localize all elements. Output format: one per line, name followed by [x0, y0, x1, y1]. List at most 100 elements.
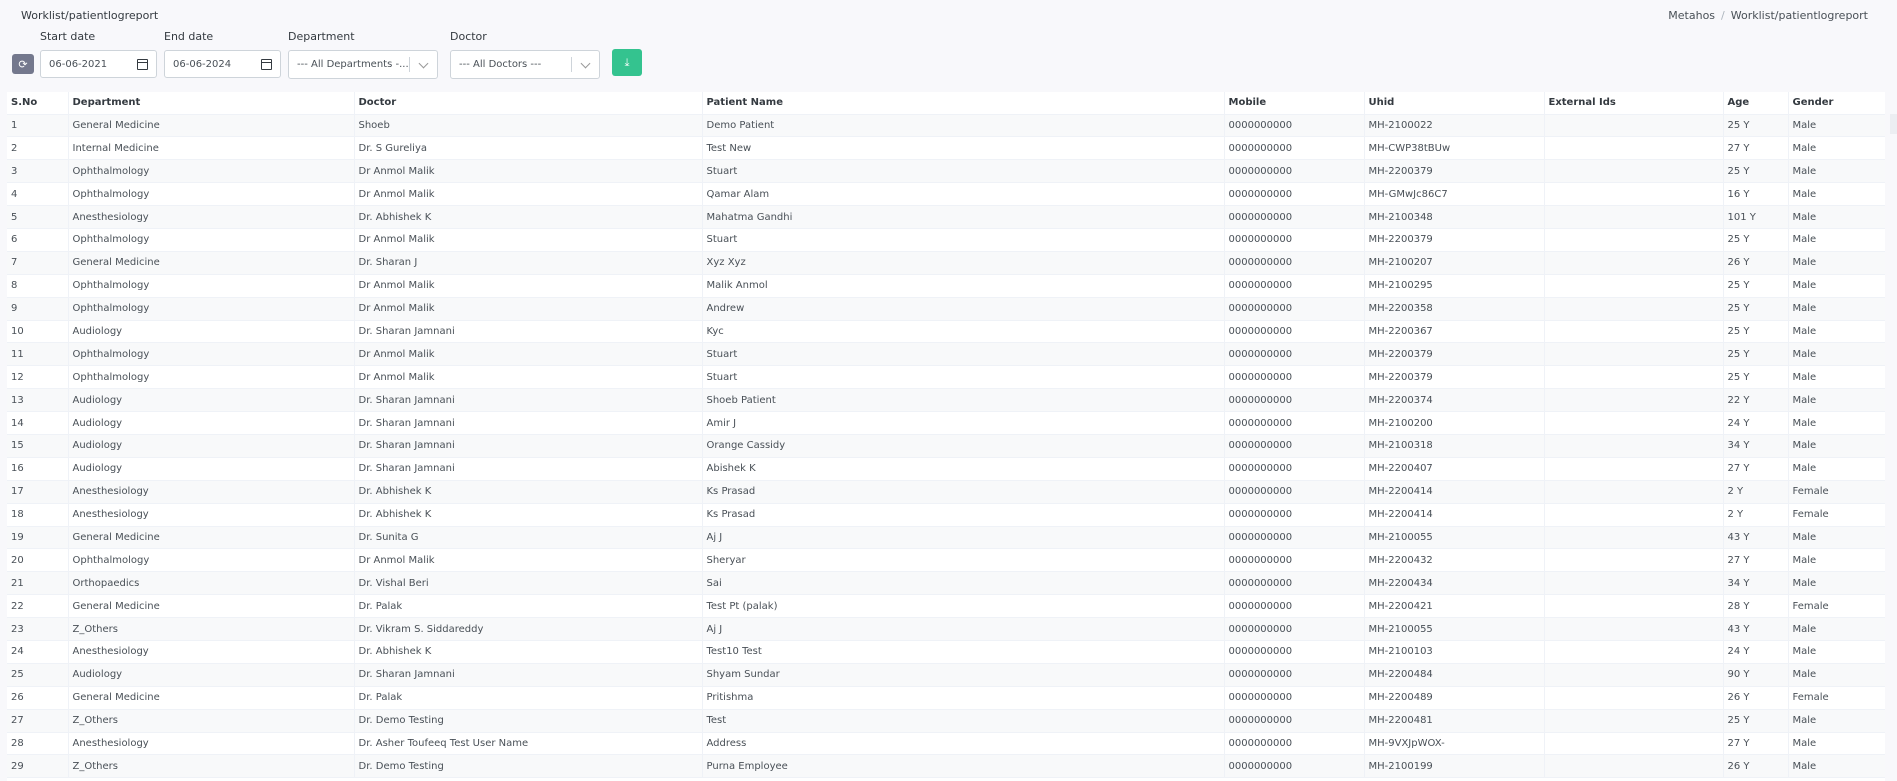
table-row[interactable]: 3 Ophthalmology Dr Anmol Malik Stuart 000000…: [7, 159, 1885, 184]
table-row[interactable]: 16 Audiology Dr. Sharan Jamnani Abishek K 00…: [7, 457, 1885, 481]
table-row[interactable]: 18 Anesthesiology Dr. Abhishek K Ks Prasad 0…: [7, 503, 1885, 527]
cell-mobile: 0000000000: [1224, 503, 1365, 527]
breadcrumb-separator: /: [1721, 9, 1725, 22]
table-row[interactable]: 24 Anesthesiology Dr. Abhishek K Test10 Tes…: [7, 640, 1885, 664]
breadcrumb-item-home[interactable]: Metahos: [1668, 9, 1715, 22]
cell-external-ids: [1544, 480, 1724, 504]
cell-uhid: MH-2200367: [1364, 320, 1545, 344]
cell-gender: Male: [1788, 434, 1885, 458]
column-header-department[interactable]: Department: [68, 92, 355, 115]
cell-mobile: 0000000000: [1224, 571, 1365, 596]
cell-patient-name: Test New: [702, 136, 1225, 161]
cell-sno: 4: [7, 182, 69, 207]
cell-department: Ophthalmology: [68, 297, 355, 321]
doctor-label: Doctor: [450, 30, 487, 43]
table-row[interactable]: 28 Anesthesiology Dr. Asher Toufeeq Test U…: [7, 732, 1885, 756]
cell-patient-name: Shoeb Patient: [702, 388, 1225, 413]
cell-department: Anesthesiology: [68, 205, 355, 229]
table-row[interactable]: 21 Orthopaedics Dr. Vishal Beri Sai 00000000…: [7, 571, 1885, 596]
calendar-icon[interactable]: [261, 58, 272, 70]
table-row[interactable]: 22 General Medicine Dr. Palak Test Pt (pala…: [7, 594, 1885, 619]
cell-department: Ophthalmology: [68, 548, 355, 573]
cell-department: Z_Others: [68, 709, 355, 733]
cell-gender: Male: [1788, 709, 1885, 733]
cell-sno: 13: [7, 388, 69, 413]
table-row[interactable]: 4 Ophthalmology Dr Anmol Malik Qamar Alam 00…: [7, 182, 1885, 207]
column-header-patient-name[interactable]: Patient Name: [702, 92, 1225, 115]
cell-patient-name: Stuart: [702, 342, 1225, 367]
table-row[interactable]: 25 Audiology Dr. Sharan Jamnani Shyam Sunda…: [7, 663, 1885, 687]
cell-mobile: 0000000000: [1224, 732, 1365, 756]
cell-patient-name: Aj J: [702, 617, 1225, 641]
table-row[interactable]: 19 General Medicine Dr. Sunita G Aj J 000000…: [7, 526, 1885, 550]
download-icon: ⤓: [624, 55, 630, 69]
cell-uhid: MH-2200432: [1364, 548, 1545, 573]
cell-age: 27 Y: [1723, 548, 1789, 573]
table-row[interactable]: 23 Z_Others Dr. Vikram S. Siddareddy Aj J 00…: [7, 617, 1885, 641]
cell-age: 24 Y: [1723, 640, 1789, 664]
table-row[interactable]: 11 Ophthalmology Dr Anmol Malik Stuart 00000…: [7, 342, 1885, 367]
cell-patient-name: Purna Employee: [702, 754, 1225, 779]
table-row[interactable]: 13 Audiology Dr. Sharan Jamnani Shoeb Patie…: [7, 388, 1885, 413]
cell-mobile: 0000000000: [1224, 411, 1365, 435]
cell-doctor: Dr. Abhishek K: [354, 480, 703, 504]
table-row[interactable]: 20 Ophthalmology Dr Anmol Malik Sheryar 0000…: [7, 548, 1885, 573]
column-header-age[interactable]: Age: [1723, 92, 1789, 115]
select-divider: [571, 57, 572, 72]
cell-gender: Male: [1788, 732, 1885, 756]
column-header-external-ids[interactable]: External Ids: [1544, 92, 1724, 115]
table-row[interactable]: 12 Ophthalmology Dr Anmol Malik Stuart 00000…: [7, 365, 1885, 390]
column-header-gender[interactable]: Gender: [1788, 92, 1885, 115]
cell-external-ids: [1544, 205, 1724, 229]
cell-uhid: MH-2100200: [1364, 411, 1545, 435]
column-header-uhid[interactable]: Uhid: [1364, 92, 1545, 115]
table-row[interactable]: 27 Z_Others Dr. Demo Testing Test 0000000000…: [7, 709, 1885, 733]
department-label: Department: [288, 30, 355, 43]
cell-uhid: MH-2200414: [1364, 480, 1545, 504]
chevron-down-icon: [418, 58, 429, 69]
cell-gender: Male: [1788, 526, 1885, 550]
table-row[interactable]: 9 Ophthalmology Dr Anmol Malik Andrew 000000…: [7, 297, 1885, 321]
department-select[interactable]: --- All Departments -...: [288, 50, 438, 79]
column-header-mobile[interactable]: Mobile: [1224, 92, 1365, 115]
cell-uhid: MH-2200379: [1364, 365, 1545, 390]
table-row[interactable]: 29 Z_Others Dr. Demo Testing Purna Employee…: [7, 754, 1885, 779]
cell-uhid: MH-2100207: [1364, 251, 1545, 275]
cell-gender: Female: [1788, 594, 1885, 619]
table-row[interactable]: 17 Anesthesiology Dr. Abhishek K Ks Prasad 0…: [7, 480, 1885, 504]
cell-age: 28 Y: [1723, 594, 1789, 619]
cell-doctor: Dr Anmol Malik: [354, 228, 703, 252]
cell-patient-name: Sai: [702, 571, 1225, 596]
doctor-select[interactable]: --- All Doctors ---: [450, 50, 600, 79]
cell-mobile: 0000000000: [1224, 548, 1365, 573]
table-row[interactable]: 8 Ophthalmology Dr Anmol Malik Malik Anmol 0…: [7, 274, 1885, 298]
table-row[interactable]: 6 Ophthalmology Dr Anmol Malik Stuart 000000…: [7, 228, 1885, 252]
cell-age: 25 Y: [1723, 274, 1789, 298]
cell-patient-name: Aj J: [702, 526, 1225, 550]
end-date-input[interactable]: 06-06-2024: [164, 50, 281, 78]
table-row[interactable]: 10 Audiology Dr. Sharan Jamnani Kyc 00000000…: [7, 320, 1885, 344]
table-row[interactable]: 14 Audiology Dr. Sharan Jamnani Amir J 00000…: [7, 411, 1885, 435]
scrollbar[interactable]: [1890, 114, 1897, 134]
cell-age: 43 Y: [1723, 617, 1789, 641]
table-row[interactable]: 5 Anesthesiology Dr. Abhishek K Mahatma Gan…: [7, 205, 1885, 229]
table-row[interactable]: 7 General Medicine Dr. Sharan J Xyz Xyz 0000…: [7, 251, 1885, 275]
cell-doctor: Dr. Sharan Jamnani: [354, 320, 703, 344]
cell-external-ids: [1544, 548, 1724, 573]
cell-patient-name: Stuart: [702, 228, 1225, 252]
cell-patient-name: Address: [702, 732, 1225, 756]
table-row[interactable]: 2 Internal Medicine Dr. S Gureliya Test New…: [7, 136, 1885, 161]
column-header-s-no[interactable]: S.No: [7, 92, 69, 115]
start-date-input[interactable]: 06-06-2021: [40, 50, 157, 78]
cell-mobile: 0000000000: [1224, 297, 1365, 321]
refresh-button[interactable]: ⟳: [12, 54, 34, 74]
download-button[interactable]: ⤓: [612, 49, 642, 76]
column-header-doctor[interactable]: Doctor: [354, 92, 703, 115]
cell-sno: 19: [7, 526, 69, 550]
table-row[interactable]: 26 General Medicine Dr. Palak Pritishma 0000…: [7, 686, 1885, 710]
start-date-value: 06-06-2021: [49, 58, 108, 70]
table-row[interactable]: 15 Audiology Dr. Sharan Jamnani Orange Cass…: [7, 434, 1885, 458]
calendar-icon[interactable]: [137, 58, 148, 70]
cell-mobile: 0000000000: [1224, 594, 1365, 619]
table-row[interactable]: 1 General Medicine Shoeb Demo Patient 000000…: [7, 114, 1885, 138]
